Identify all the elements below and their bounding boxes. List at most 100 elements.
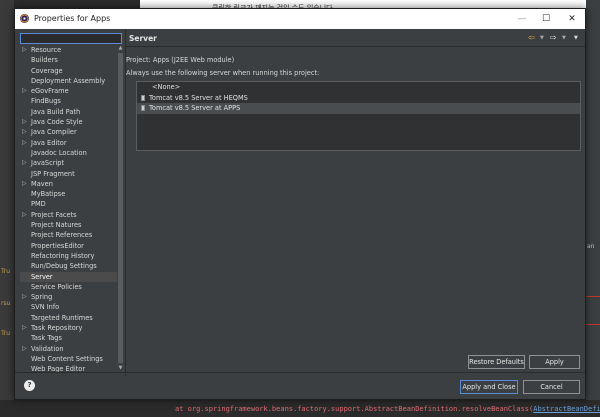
pane-splitter[interactable] bbox=[125, 29, 126, 376]
properties-dialog: Properties for Apps — ☐ ✕ ▷ Resource Build… bbox=[14, 8, 586, 400]
tree-item[interactable]: Task Tags bbox=[20, 333, 117, 343]
tree-item-label: Task Repository bbox=[31, 324, 83, 333]
forward-arrow-icon[interactable]: ⇨ bbox=[550, 33, 557, 43]
tree-item-label: JavaScript bbox=[31, 159, 65, 168]
close-button[interactable]: ✕ bbox=[561, 12, 583, 26]
tree-item-label: Maven bbox=[31, 179, 53, 188]
tree-item-label: PMD bbox=[31, 200, 46, 209]
tree-item[interactable]: Coverage bbox=[20, 66, 117, 76]
tree-item[interactable]: Javadoc Location bbox=[20, 148, 117, 158]
tree-item[interactable]: Server bbox=[20, 271, 117, 282]
tree-item-label: Java Code Style bbox=[31, 118, 83, 127]
expand-arrow-icon[interactable]: ▷ bbox=[22, 323, 27, 333]
tree-item[interactable]: ▷ Validation bbox=[20, 344, 117, 354]
tree-item[interactable]: Refactoring History bbox=[20, 251, 117, 261]
tree-item-label: JSP Fragment bbox=[31, 169, 75, 178]
tree-item[interactable]: ▷ Resource bbox=[20, 45, 117, 55]
minimize-button[interactable]: — bbox=[511, 12, 533, 26]
expand-arrow-icon[interactable]: ▷ bbox=[22, 158, 27, 168]
tree-item[interactable]: FindBugs bbox=[20, 96, 117, 106]
background-right-panel bbox=[586, 0, 600, 417]
filter-input[interactable] bbox=[20, 33, 122, 44]
tree-item-label: Project Facets bbox=[31, 210, 77, 219]
tree-item[interactable]: ▷ Project Facets bbox=[20, 210, 117, 220]
tree-item-label: Java Compiler bbox=[31, 128, 77, 137]
background-error-marker bbox=[586, 324, 600, 325]
background-left-panel bbox=[0, 0, 14, 417]
project-label: Project: Apps (J2EE Web module) bbox=[126, 56, 235, 64]
tree-item-label: Validation bbox=[31, 344, 64, 353]
tree-item[interactable]: MyBatipse bbox=[20, 189, 117, 199]
tree-item[interactable]: Project Natures bbox=[20, 220, 117, 230]
tree-item[interactable]: Web Content Settings bbox=[20, 354, 117, 364]
tree-item[interactable]: Builders bbox=[20, 55, 117, 65]
tree-item-label: Spring bbox=[31, 293, 53, 302]
tree-item-label: Task Tags bbox=[31, 334, 62, 343]
background-fragment: rsu bbox=[1, 300, 11, 307]
tree-item[interactable]: Targeted Runtimes bbox=[20, 313, 117, 323]
background-stack-trace: at org.springframework.beans.factory.sup… bbox=[175, 405, 600, 413]
property-page-tree: ▷ Resource Builders Coverage Deployment Asse… bbox=[20, 45, 117, 372]
expand-arrow-icon[interactable]: ▷ bbox=[22, 127, 27, 137]
tree-item-label: Refactoring History bbox=[31, 251, 95, 260]
tree-item[interactable]: Service Policies bbox=[20, 282, 117, 292]
tree-item[interactable]: JSP Fragment bbox=[20, 169, 117, 179]
tree-item-label: Project Natures bbox=[31, 221, 82, 230]
tree-item-label: Run/Debug Settings bbox=[31, 262, 97, 271]
tree-item[interactable]: ▷ Java Editor bbox=[20, 138, 117, 148]
server-row[interactable]: <None> bbox=[137, 82, 580, 93]
background-fragment: Tru bbox=[1, 330, 11, 337]
expand-arrow-icon[interactable]: ▷ bbox=[22, 117, 27, 127]
tree-item-label: Deployment Assembly bbox=[31, 76, 106, 85]
scroll-up-icon[interactable]: ▲ bbox=[117, 45, 124, 52]
restore-defaults-button[interactable]: Restore Defaults bbox=[468, 355, 525, 369]
tree-item[interactable]: PropertiesEditor bbox=[20, 241, 117, 251]
tree-item[interactable]: ▷ Task Repository bbox=[20, 323, 117, 333]
tree-item[interactable]: SVN Info bbox=[20, 302, 117, 312]
expand-arrow-icon[interactable]: ▷ bbox=[22, 86, 27, 96]
eclipse-icon bbox=[20, 14, 29, 23]
tree-item[interactable]: Java Build Path bbox=[20, 107, 117, 117]
tree-item-label: Project References bbox=[31, 231, 93, 240]
server-row[interactable]: Tomcat v8.5 Server at HEQMS bbox=[137, 93, 580, 104]
back-dropdown-icon[interactable]: ▼ bbox=[540, 33, 544, 43]
expand-arrow-icon[interactable]: ▷ bbox=[22, 45, 27, 55]
tree-item-label: FindBugs bbox=[31, 97, 61, 106]
tree-item[interactable]: Web Page Editor bbox=[20, 364, 117, 372]
server-instruction: Always use the following server when run… bbox=[126, 69, 320, 77]
tree-item[interactable]: PMD bbox=[20, 199, 117, 209]
tree-item[interactable]: Run/Debug Settings bbox=[20, 261, 117, 271]
scrollbar-thumb[interactable] bbox=[118, 53, 123, 363]
tree-item[interactable]: ▷ Maven bbox=[20, 179, 117, 189]
tree-item-label: Targeted Runtimes bbox=[31, 313, 93, 322]
tree-item[interactable]: Project References bbox=[20, 230, 117, 240]
server-label: Tomcat v8.5 Server at HEQMS bbox=[149, 93, 248, 102]
expand-arrow-icon[interactable]: ▷ bbox=[22, 210, 27, 220]
server-row[interactable]: Tomcat v8.5 Server at APPS bbox=[137, 103, 580, 114]
tree-item[interactable]: ▷ Java Compiler bbox=[20, 127, 117, 137]
view-menu-icon[interactable]: ▼ bbox=[574, 33, 578, 43]
tree-item[interactable]: ▷ Spring bbox=[20, 292, 117, 302]
tree-item[interactable]: ▷ JavaScript bbox=[20, 158, 117, 168]
apply-and-close-button[interactable]: Apply and Close bbox=[460, 380, 518, 394]
tree-item[interactable]: ▷ eGovFrame bbox=[20, 86, 117, 96]
expand-arrow-icon[interactable]: ▷ bbox=[22, 292, 27, 302]
expand-arrow-icon[interactable]: ▷ bbox=[22, 138, 27, 148]
tree-item-label: Javadoc Location bbox=[31, 148, 87, 157]
tree-item[interactable]: ▷ Java Code Style bbox=[20, 117, 117, 127]
page-header: Server ⇦ ▼ ⇨ ▼ ▼ bbox=[126, 29, 585, 47]
expand-arrow-icon[interactable]: ▷ bbox=[22, 344, 27, 354]
apply-button[interactable]: Apply bbox=[529, 355, 580, 369]
cancel-button[interactable]: Cancel bbox=[523, 380, 580, 394]
back-arrow-icon[interactable]: ⇦ bbox=[528, 33, 535, 43]
help-icon[interactable]: ? bbox=[24, 380, 35, 391]
tree-scrollbar[interactable]: ▲ ▼ bbox=[117, 45, 124, 372]
expand-arrow-icon[interactable]: ▷ bbox=[22, 179, 27, 189]
background-fragment: an bbox=[587, 243, 595, 250]
tree-item[interactable]: Deployment Assembly bbox=[20, 76, 117, 86]
forward-dropdown-icon[interactable]: ▼ bbox=[562, 33, 566, 43]
background-fragment: Tru bbox=[1, 268, 11, 275]
maximize-button[interactable]: ☐ bbox=[535, 12, 557, 26]
stack-trace-link[interactable]: AbstractBeanDefinition bbox=[533, 405, 600, 413]
scroll-down-icon[interactable]: ▼ bbox=[117, 365, 124, 372]
